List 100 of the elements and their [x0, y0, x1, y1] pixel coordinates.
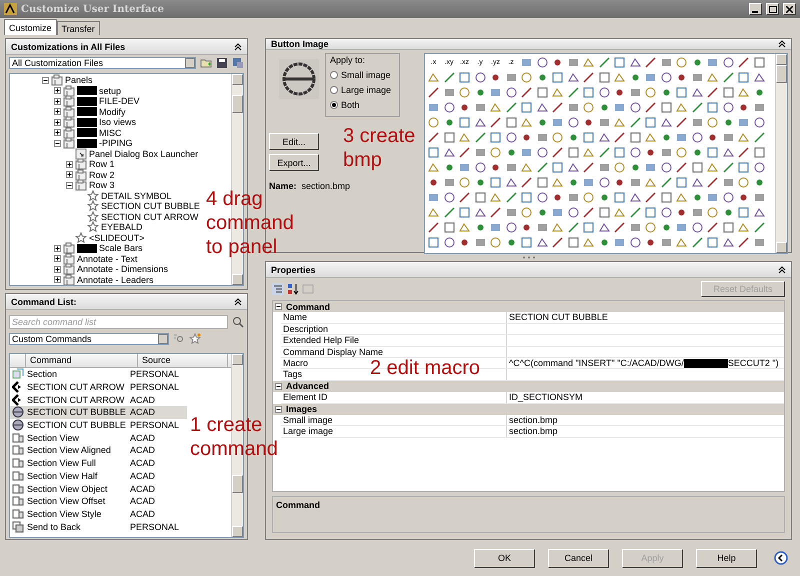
group-heading: Command	[286, 302, 330, 312]
property-name: Small image	[283, 414, 333, 425]
table-cell: Section View Object	[27, 484, 108, 494]
tree-item[interactable]: Row 1	[89, 159, 115, 170]
tree-item[interactable]: Annotate - Leaders	[77, 274, 154, 285]
table-cell: Send to Back	[27, 522, 81, 532]
table-cell: Section View Style	[27, 508, 102, 519]
filter-dropdown[interactable]: Custom Commands	[9, 333, 169, 345]
table-cell: Section View Aligned	[27, 445, 111, 456]
table-cell: Section View Full	[27, 458, 96, 468]
command-row[interactable]: Section View ACAD	[10, 431, 187, 444]
table-cell-text: ACAD	[129, 407, 156, 418]
property-name: Large image	[283, 426, 334, 436]
group-heading: Images	[286, 404, 318, 414]
command-row[interactable]: Section View Aligned ACAD	[10, 444, 187, 457]
property-name: Extended Help File	[283, 335, 360, 346]
property-value[interactable]: SECTION CUT BUBBLE	[509, 312, 608, 324]
tree-item[interactable]: SECTION CUT ARROW	[101, 212, 198, 222]
tree-item[interactable]: Annotate - Dimensions	[77, 264, 168, 274]
radio-label[interactable]: Small image	[341, 70, 391, 80]
property-value[interactable]: ^C^C(command "INSERT" "C:/ACAD/DWG/	[509, 358, 684, 369]
table-cell: SECTION CUT ARROW	[27, 382, 124, 392]
command-row[interactable]: SECTION CUT ARROW PERSONAL	[10, 380, 187, 394]
property-value[interactable]: ID_SECTIONSYM	[509, 392, 583, 403]
table-cell: SECTION CUT BUBBLE	[27, 407, 126, 418]
property-name: Macro	[283, 358, 308, 368]
dialog-button[interactable]: OK	[474, 548, 535, 568]
dialog-button[interactable]: Help	[696, 548, 757, 568]
annotation-text: 4 drag command to panel	[206, 188, 294, 259]
tree-item[interactable]: Iso views	[99, 117, 136, 128]
table-cell: SECTION CUT ARROW	[27, 394, 124, 405]
property-name: Tags	[283, 369, 302, 380]
tree-item[interactable]: Modify	[99, 106, 126, 117]
tree-item[interactable]: Scale Bars	[99, 243, 143, 254]
tree-item[interactable]: MISC	[99, 128, 122, 138]
tree-item[interactable]: EYEBALD	[101, 222, 143, 232]
command-row[interactable]: SECTION CUT BUBBLE PERSONAL	[10, 418, 187, 432]
field-value: section.bmp	[302, 181, 350, 191]
property-value[interactable]: SECCUT2 ")	[728, 358, 779, 369]
panel-title: Customizations in All Files	[11, 42, 126, 52]
tree-item[interactable]: Row 3	[89, 180, 115, 190]
radio-label[interactable]: Large image	[341, 85, 392, 95]
command-row[interactable]: Section View Object ACAD	[10, 482, 187, 495]
tree-item[interactable]: DETAIL SYMBOL	[101, 190, 172, 201]
window-title: Customize User Interface	[21, 4, 165, 14]
tree-item[interactable]: Panel Dialog Box Launcher	[89, 148, 198, 159]
tree-item[interactable]: <SLIDEOUT>	[89, 232, 145, 243]
table-cell-text: ACAD	[129, 508, 156, 519]
annotation-text: 2 edit macro	[370, 356, 480, 380]
property-name: Command Display Name	[283, 346, 384, 357]
property-name: Description	[283, 324, 328, 334]
table-cell-text: ACAD	[129, 432, 156, 443]
command-row[interactable]: SECTION CUT ARROW ACAD	[10, 393, 187, 406]
tab[interactable]: Transfer	[56, 21, 100, 35]
table-cell: Section	[27, 369, 58, 380]
table-cell-text: PERSONAL	[129, 369, 180, 380]
radio-label[interactable]: Both	[341, 100, 360, 110]
panel-title: Button Image	[271, 39, 328, 49]
table-cell: SECTION CUT BUBBLE	[27, 420, 126, 430]
property-name: Element ID	[283, 392, 328, 402]
column-header[interactable]: Command	[26, 354, 138, 367]
command-row[interactable]: Section View Half ACAD	[10, 470, 187, 482]
search-field[interactable]: Search command list	[9, 315, 228, 329]
command-row[interactable]: Section PERSONAL	[10, 368, 187, 381]
table-cell-text: ACAD	[129, 445, 156, 456]
command-row[interactable]: Section View Style ACAD	[10, 508, 187, 520]
table-cell: Section View Half	[27, 470, 98, 481]
annotation-text: 3 create bmp	[343, 124, 416, 172]
command-row[interactable]: Send to Back PERSONAL	[10, 520, 187, 533]
group-label: Apply to:	[330, 55, 366, 65]
tree-item[interactable]: -PIPING	[99, 138, 133, 148]
panel-title: Command List:	[11, 296, 77, 306]
table-cell-text: ACAD	[129, 484, 156, 494]
tree-item[interactable]: FILE-DEV	[99, 96, 140, 106]
tab[interactable]: Customize	[4, 19, 57, 35]
table-cell-text: PERSONAL	[129, 420, 180, 430]
annotation-text: 1 create command	[190, 413, 278, 461]
file-dropdown[interactable]: All Customization Files	[9, 57, 196, 69]
property-name: Name	[283, 312, 308, 322]
image-button[interactable]: Edit...	[269, 133, 319, 150]
tree-item[interactable]: setup	[99, 86, 122, 96]
group-heading: Advanced	[286, 381, 330, 392]
tree-item[interactable]: Row 2	[89, 170, 115, 180]
table-cell-text: ACAD	[129, 394, 156, 405]
image-button[interactable]: Export...	[269, 154, 319, 171]
table-cell-text: PERSONAL	[129, 382, 180, 392]
panel-title: Properties	[271, 264, 316, 274]
command-row[interactable]: Section View Offset ACAD	[10, 494, 187, 508]
command-row[interactable]: Section View Full ACAD	[10, 456, 187, 470]
table-cell: Section View Offset	[27, 496, 106, 506]
column-header[interactable]: Source	[138, 354, 228, 367]
table-cell-text: ACAD	[129, 496, 156, 506]
property-value[interactable]: section.bmp	[509, 414, 558, 426]
command-row[interactable]: SECTION CUT BUBBLE ACAD	[10, 406, 187, 419]
property-value[interactable]: section.bmp	[509, 426, 558, 437]
tree-item[interactable]: Annotate - Text	[77, 254, 138, 264]
tree-item[interactable]: SECTION CUT BUBBLE	[101, 201, 200, 212]
tree-item[interactable]: Panels	[65, 75, 93, 86]
table-cell-text: PERSONAL	[129, 522, 180, 532]
dialog-button[interactable]: Cancel	[548, 548, 609, 568]
